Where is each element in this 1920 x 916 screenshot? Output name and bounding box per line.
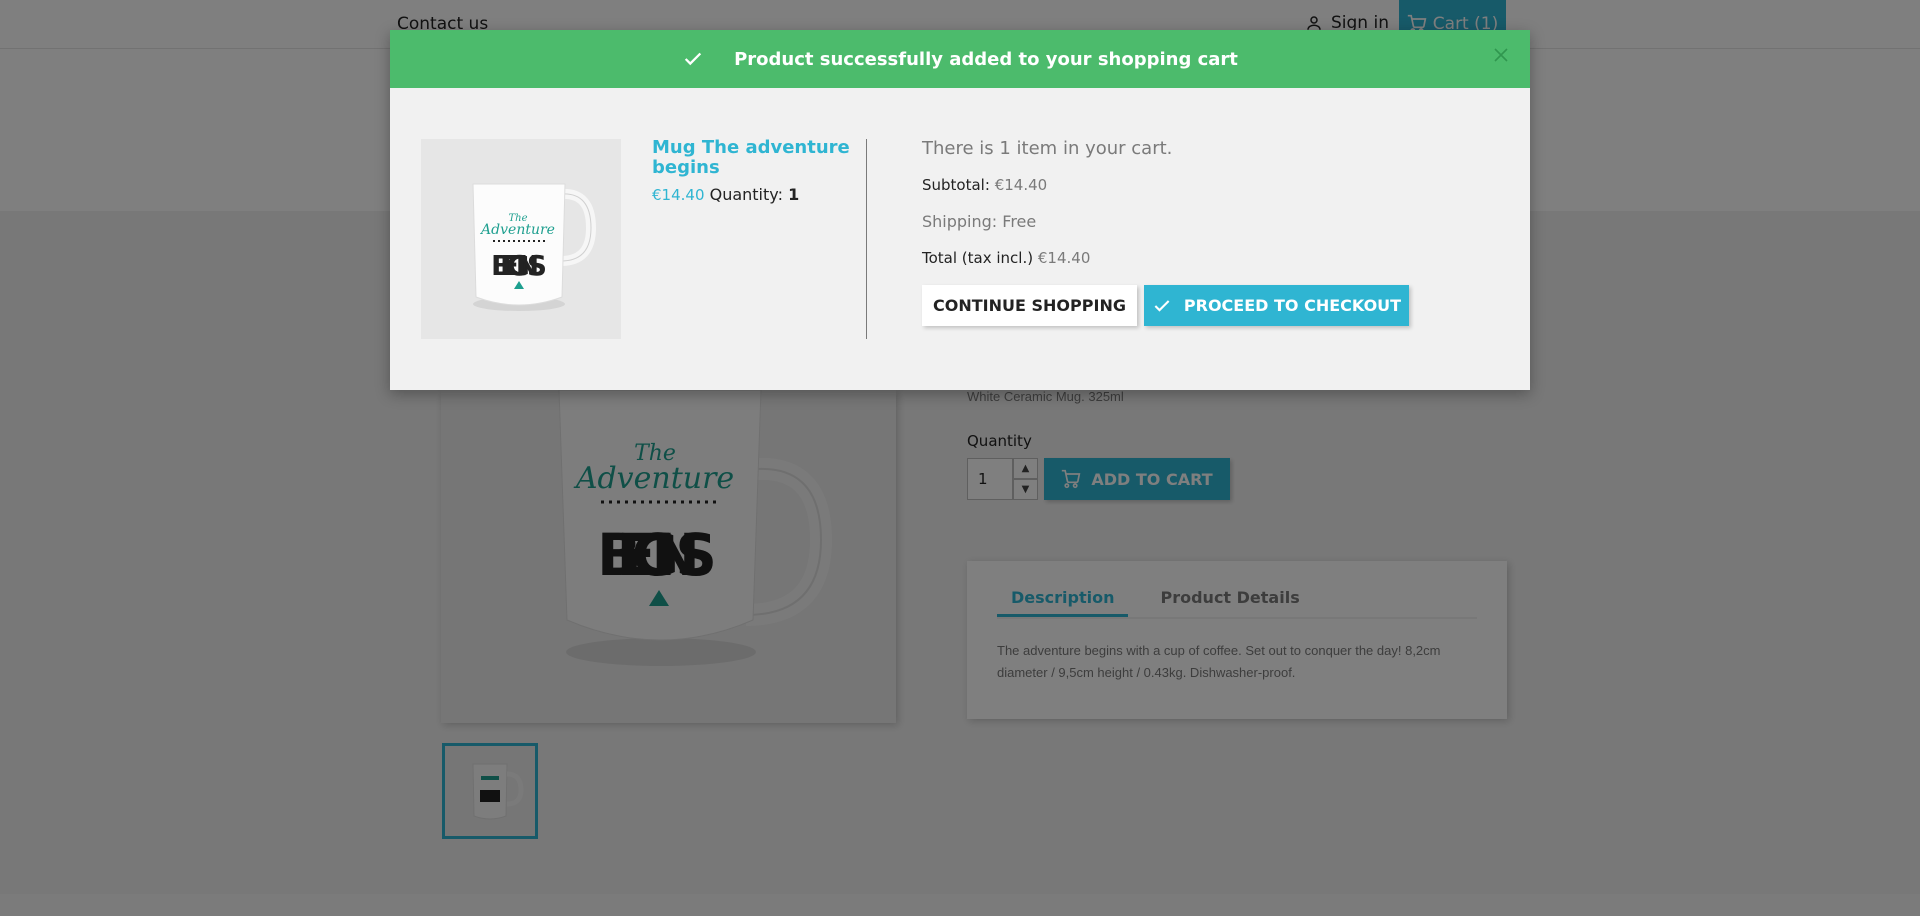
- modal-quantity-value: 1: [788, 185, 800, 204]
- total-value: €14.40: [1037, 249, 1091, 267]
- cart-item-count: There is 1 item in your cart.: [922, 138, 1173, 159]
- proceed-to-checkout-button[interactable]: PROCEED TO CHECKOUT: [1144, 285, 1409, 326]
- continue-shopping-button[interactable]: CONTINUE SHOPPING: [922, 285, 1137, 326]
- modal-product-price: €14.40: [652, 186, 705, 204]
- modal-mug-art-line3: BEGINS: [491, 249, 547, 282]
- modal-header: Product successfully added to your shopp…: [390, 30, 1530, 88]
- modal-divider: [866, 139, 867, 339]
- add-to-cart-modal: Product successfully added to your shopp…: [390, 30, 1530, 390]
- shipping-row: Shipping: Free: [922, 212, 1036, 231]
- check-icon: [684, 52, 702, 66]
- modal-price-line: €14.40 Quantity: 1: [652, 185, 799, 204]
- modal-title: Product successfully added to your shopp…: [734, 48, 1238, 70]
- shipping-value: Free: [1002, 212, 1037, 231]
- total-label: Total (tax incl.): [922, 249, 1034, 267]
- proceed-to-checkout-label: PROCEED TO CHECKOUT: [1183, 296, 1402, 315]
- modal-product-name: Mug The adventure begins: [652, 137, 850, 178]
- modal-mug-image: The Adventure BEGINS: [421, 139, 621, 339]
- modal-product-image: The Adventure BEGINS: [421, 139, 621, 339]
- total-row: Total (tax incl.) €14.40: [922, 249, 1090, 267]
- shipping-label: Shipping:: [922, 212, 998, 231]
- close-icon[interactable]: [1490, 44, 1512, 66]
- subtotal-row: Subtotal: €14.40: [922, 176, 1047, 194]
- subtotal-label: Subtotal:: [922, 176, 990, 194]
- subtotal-value: €14.40: [994, 176, 1048, 194]
- modal-quantity-label: Quantity:: [709, 185, 783, 204]
- modal-mug-art-line2: Adventure: [479, 222, 555, 238]
- check-icon: [1154, 299, 1170, 312]
